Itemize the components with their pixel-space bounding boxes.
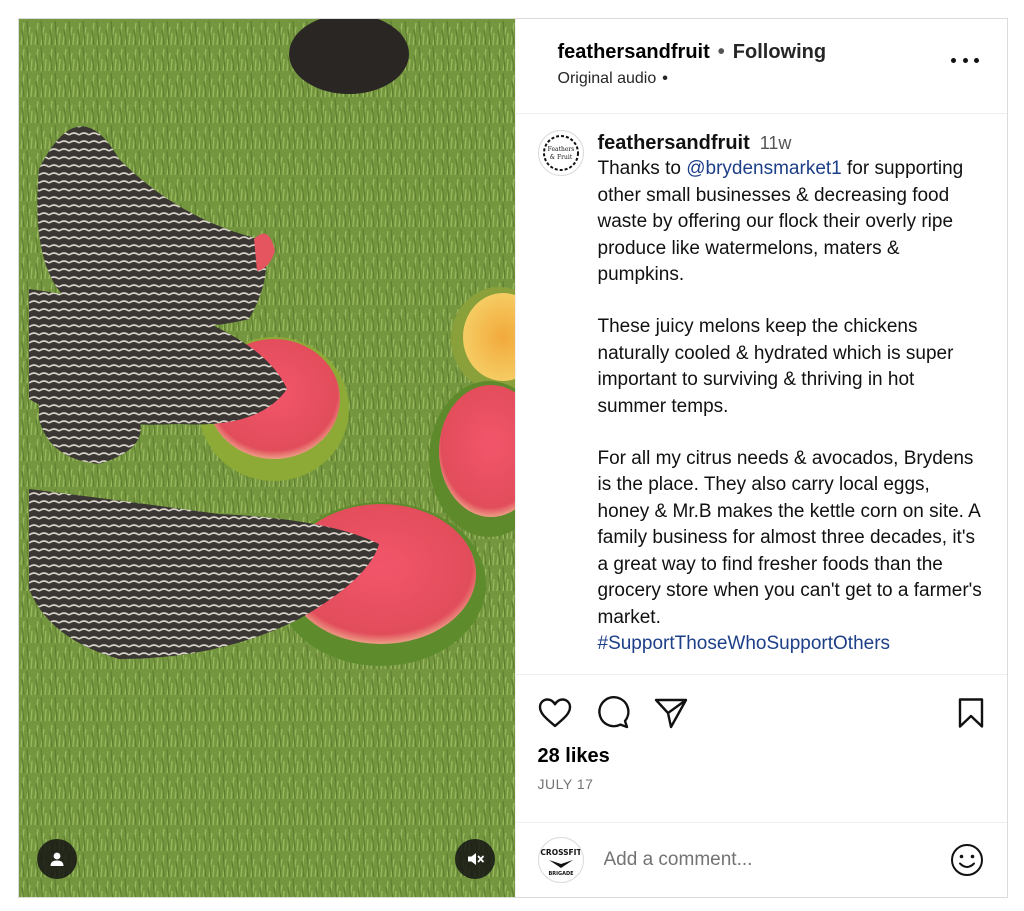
header-username[interactable]: feathersandfruit — [558, 41, 710, 64]
mute-toggle-button[interactable] — [454, 839, 495, 879]
more-horizontal-icon — [951, 57, 956, 63]
post-caption: Feathers & Fruit feathersandfruit 11w Th… — [516, 114, 1008, 674]
crossfit-brigade-logo: CROSSFIT BRIGADE — [540, 848, 582, 877]
post-date[interactable]: JULY 17 — [538, 776, 986, 792]
post-actions-section: 28 likes JULY 17 — [515, 674, 1007, 822]
share-button[interactable] — [654, 695, 690, 731]
speaker-muted-icon — [467, 853, 484, 865]
post-info-panel: feathersandfruit • Following Original au… — [514, 19, 1008, 897]
following-button[interactable]: Following — [733, 41, 826, 64]
post-media[interactable] — [19, 19, 515, 897]
save-button[interactable] — [949, 695, 985, 731]
post-video-frame[interactable] — [19, 19, 515, 897]
caption-avatar[interactable]: Feathers & Fruit — [537, 130, 584, 176]
svg-text:BRIGADE: BRIGADE — [548, 871, 574, 877]
caption-timestamp[interactable]: 11w — [760, 130, 792, 156]
emoji-smile-icon — [951, 844, 983, 876]
post-header: feathersandfruit • Following Original au… — [515, 19, 1007, 114]
like-button[interactable] — [538, 695, 574, 731]
action-bar — [538, 695, 986, 731]
audio-link[interactable]: Original audio — [558, 70, 657, 88]
bookmark-icon — [958, 698, 984, 728]
more-options-button[interactable] — [951, 53, 979, 67]
feathers-and-fruit-logo: Feathers & Fruit — [542, 135, 579, 171]
comment-input[interactable] — [603, 849, 949, 871]
caption-paragraph-1: Thanks to @brydensmarket1 for supporting… — [597, 158, 969, 286]
comment-icon — [597, 696, 630, 729]
header-separator: • — [717, 41, 725, 63]
person-icon — [50, 852, 64, 866]
current-user-avatar: CROSSFIT BRIGADE — [537, 837, 584, 883]
mention-link[interactable]: @brydensmarket1 — [686, 158, 842, 179]
hashtag-link[interactable]: #SupportThoseWhoSupportOthers — [598, 633, 891, 654]
svg-text:Feathers: Feathers — [547, 146, 574, 153]
audio-separator: • — [662, 70, 668, 87]
add-comment-section: CROSSFIT BRIGADE — [515, 822, 1007, 897]
heart-icon — [538, 698, 571, 728]
caption-username[interactable]: feathersandfruit — [598, 130, 750, 156]
likes-count[interactable]: 28 likes — [538, 745, 986, 768]
caption-paragraph-3: For all my citrus needs & avocados, Bryd… — [597, 448, 988, 654]
emoji-button[interactable] — [949, 842, 985, 878]
send-icon — [654, 698, 687, 729]
post-card: feathersandfruit • Following Original au… — [18, 18, 1008, 898]
tagged-users-button[interactable] — [37, 839, 77, 879]
caption-paragraph-2: These juicy melons keep the chickens nat… — [597, 316, 959, 417]
svg-text:CROSSFIT: CROSSFIT — [540, 848, 582, 857]
svg-text:& Fruit: & Fruit — [549, 154, 572, 161]
comment-button[interactable] — [596, 695, 632, 731]
